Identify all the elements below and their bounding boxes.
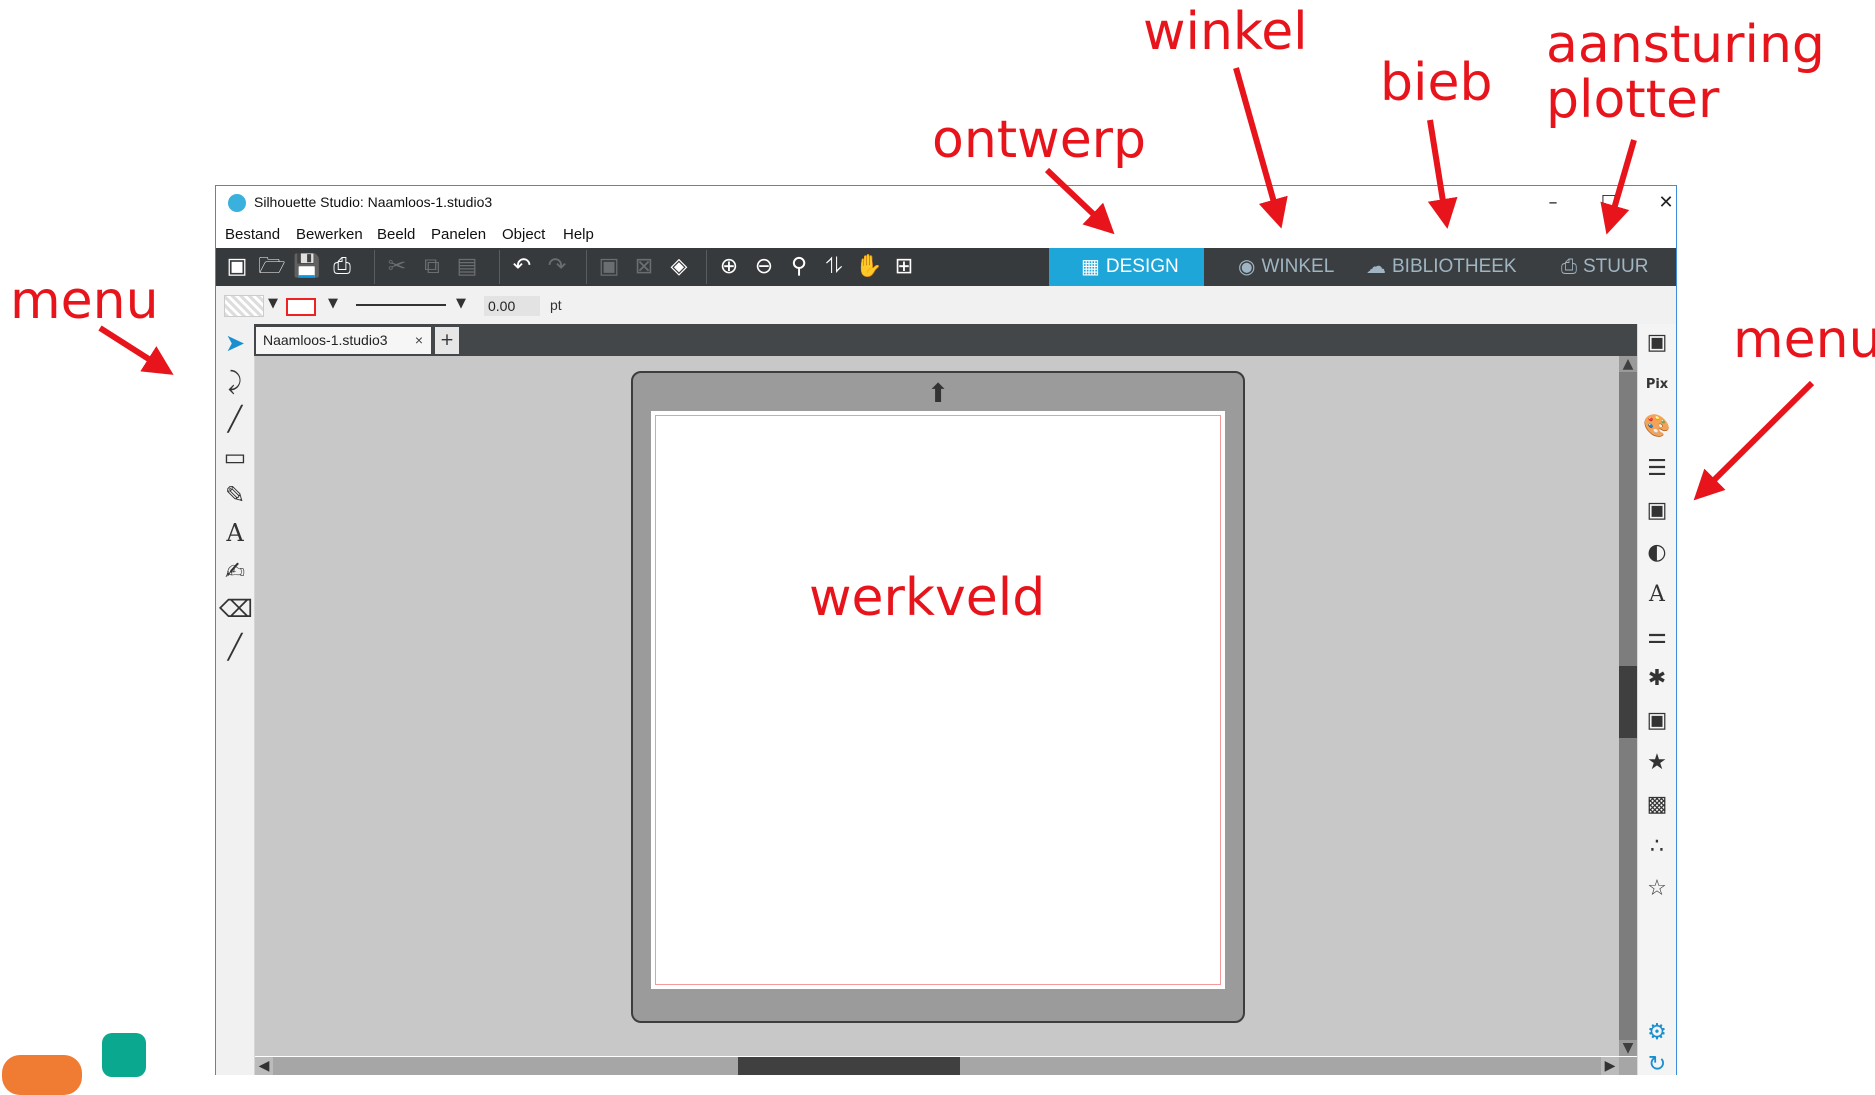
brand-logo-teal [102, 1033, 146, 1077]
arrow-bieb [1427, 119, 1458, 229]
brand-logo-orange [2, 1055, 82, 1095]
annotation-arrows [98, 67, 1815, 501]
arrow-ontwerp [1044, 167, 1115, 235]
arrow-menu-left [98, 325, 174, 375]
arrow-winkel [1233, 67, 1288, 229]
arrow-menu-right [1693, 380, 1815, 501]
arrow-plotter [1600, 139, 1637, 235]
